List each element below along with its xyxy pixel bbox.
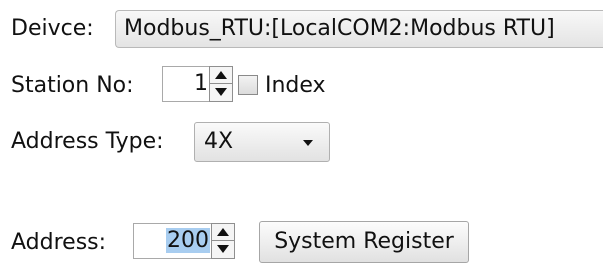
station-no-value: 1 [194, 71, 208, 96]
station-no-input[interactable]: 1 [162, 66, 211, 102]
station-no-label: Station No: [11, 73, 134, 98]
address-settings-panel: Deivce: Modbus_RTU:[LocalCOM2:Modbus RTU… [0, 0, 604, 266]
station-no-spinner[interactable] [209, 66, 233, 102]
index-checkbox[interactable] [238, 75, 258, 95]
address-type-value: 4X [204, 129, 234, 154]
triangle-down-icon [215, 88, 227, 96]
address-spinner[interactable] [211, 223, 235, 259]
address-type-dropdown[interactable]: 4X [194, 122, 330, 162]
caret-down-icon [303, 140, 313, 146]
address-increment-button[interactable] [212, 224, 234, 241]
triangle-down-icon [217, 245, 229, 253]
address-value: 200 [166, 228, 210, 253]
station-no-increment-button[interactable] [210, 67, 232, 84]
device-label: Deivce: [11, 16, 94, 41]
index-label: Index [265, 73, 326, 98]
address-type-label: Address Type: [11, 129, 164, 154]
triangle-up-icon [215, 71, 227, 79]
device-select[interactable]: Modbus_RTU:[LocalCOM2:Modbus RTU] [115, 10, 603, 48]
address-label: Address: [11, 230, 107, 255]
system-register-button[interactable]: System Register [259, 221, 469, 263]
address-decrement-button[interactable] [212, 241, 234, 258]
triangle-up-icon [217, 228, 229, 236]
station-no-decrement-button[interactable] [210, 84, 232, 101]
address-input[interactable]: 200 [133, 223, 213, 259]
